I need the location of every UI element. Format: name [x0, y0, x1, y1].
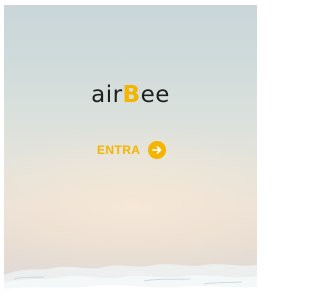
- clouds-decoration: [4, 264, 257, 295]
- logo-suffix: ee: [140, 82, 170, 108]
- airbee-logo: airBee: [4, 81, 257, 109]
- logo-accent-letter: B: [122, 82, 141, 108]
- background-sky-image: airBee ENTRA: [4, 5, 257, 295]
- logo-prefix: air: [91, 82, 123, 108]
- enter-button[interactable]: ENTRA: [97, 140, 167, 160]
- app-screen: airBee ENTRA: [0, 0, 262, 298]
- enter-button-label: ENTRA: [97, 143, 141, 157]
- arrow-right-circle-icon: [148, 141, 167, 159]
